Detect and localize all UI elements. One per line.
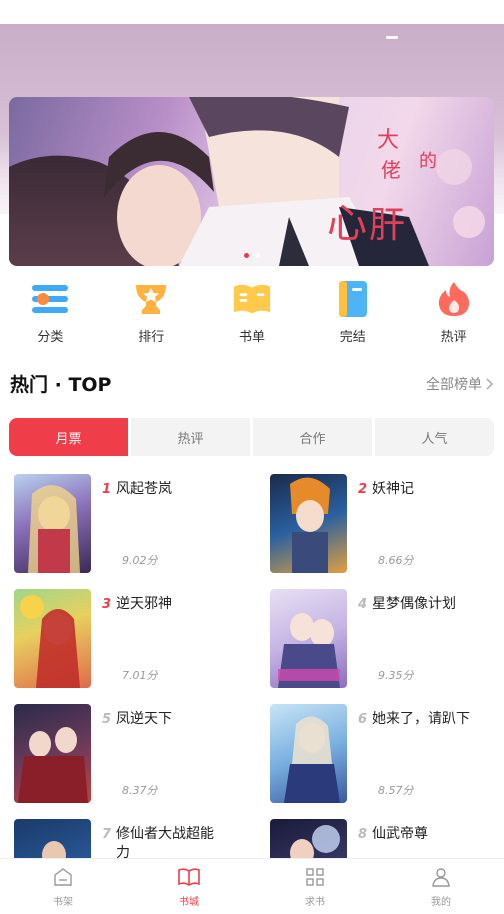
svg-text:的: 的: [419, 151, 437, 172]
nav-label-bookshelf: 书架: [53, 897, 73, 908]
bookstore-icon: [178, 868, 200, 886]
book-rank: 1: [102, 482, 112, 497]
svg-text:大: 大: [377, 128, 399, 153]
hot-section-title: 热门 · TOP: [10, 374, 112, 396]
nav-request-book[interactable]: 求书: [252, 859, 378, 914]
svg-text:肝: 肝: [369, 205, 405, 246]
book-item[interactable]: 3 逆天邪神 7.01分: [14, 589, 254, 689]
book-item[interactable]: 4 星梦偶像计划 9.35分: [270, 589, 504, 689]
banner-dots: [243, 253, 260, 258]
book-score: 9.02分: [122, 554, 158, 567]
book-cover: [14, 474, 91, 573]
book-title: 凤逆天下: [116, 711, 172, 727]
book-rank: 2: [358, 482, 368, 497]
book-title: 风起苍岚: [116, 481, 172, 497]
book-score: 9.35分: [378, 669, 414, 682]
book-cover: [270, 589, 347, 688]
indicator-dash: [386, 36, 398, 39]
bottom-nav: 书架 书城 求书 我的: [0, 858, 504, 914]
book-title: 妖神记: [372, 481, 414, 497]
category-icon: [30, 280, 70, 318]
tab-hot-comment[interactable]: 热评: [131, 418, 250, 456]
book-rank: 3: [102, 597, 112, 612]
chevron-right-icon: [486, 378, 494, 390]
svg-text:心: 心: [327, 201, 367, 247]
bookshelf-icon: [54, 868, 72, 886]
quick-item-booklist[interactable]: 书单: [202, 280, 303, 350]
book-item[interactable]: 2 妖神记 8.66分: [270, 474, 504, 574]
book-score: 7.01分: [122, 669, 158, 682]
status-bar: [0, 0, 504, 24]
all-rankings-label: 全部榜单: [426, 377, 482, 393]
booklist-icon: [232, 280, 272, 318]
tab-popularity[interactable]: 人气: [375, 418, 494, 456]
book-score: 8.57分: [378, 784, 414, 797]
trophy-icon: [131, 280, 171, 318]
quick-item-ranking[interactable]: 排行: [101, 280, 202, 350]
book-score: 8.66分: [378, 554, 414, 567]
book-title: 逆天邪神: [116, 596, 172, 612]
book-rank: 5: [102, 712, 112, 727]
book-cover: [14, 589, 91, 688]
request-book-icon: [306, 868, 324, 886]
banner-dot: [254, 253, 260, 258]
book-rank: 7: [102, 827, 112, 842]
nav-label-profile: 我的: [431, 897, 451, 908]
book-rank: 4: [358, 597, 368, 612]
banner-artwork: 大 佬 的 心 肝: [9, 97, 485, 266]
nav-label-request-book: 求书: [305, 897, 325, 908]
book-item[interactable]: 5 凤逆天下 8.37分: [14, 704, 254, 804]
book-title: 她来了，请趴下: [372, 711, 470, 727]
book-rank: 8: [358, 827, 368, 842]
quick-label-category: 分类: [37, 330, 64, 345]
book-cover: [14, 704, 91, 803]
nav-label-bookstore: 书城: [179, 897, 199, 908]
banner-carousel[interactable]: 大 佬 的 心 肝: [9, 97, 494, 266]
banner-dot-active: [243, 253, 249, 258]
quick-item-hot-comment[interactable]: 热评: [403, 280, 504, 350]
book-title: 仙武帝尊: [372, 826, 428, 842]
book-rank: 6: [358, 712, 368, 727]
book-title: 星梦偶像计划: [372, 596, 456, 612]
quick-label-finished: 完结: [339, 330, 366, 345]
nav-bookshelf[interactable]: 书架: [0, 859, 126, 914]
book-item[interactable]: 6 她来了，请趴下 8.57分: [270, 704, 504, 804]
quick-item-category[interactable]: 分类: [0, 280, 101, 350]
book-cover: [270, 474, 347, 573]
tab-cooperation[interactable]: 合作: [253, 418, 372, 456]
all-rankings-link[interactable]: 全部榜单: [426, 374, 494, 394]
quick-item-finished[interactable]: 完结: [302, 280, 403, 350]
book-score: 8.37分: [122, 784, 158, 797]
nav-bookstore[interactable]: 书城: [126, 859, 252, 914]
svg-text:佬: 佬: [381, 158, 401, 182]
quick-label-hot-comment: 热评: [440, 330, 467, 345]
quick-label-booklist: 书单: [238, 330, 265, 345]
nav-profile[interactable]: 我的: [378, 859, 504, 914]
hot-comment-icon: [434, 280, 474, 318]
profile-icon: [432, 868, 450, 887]
book-cover: [270, 704, 347, 803]
book-item[interactable]: 1 风起苍岚 9.02分: [14, 474, 254, 574]
ranking-tabs: 月票 热评 合作 人气: [9, 418, 494, 456]
finished-book-icon: [333, 280, 373, 318]
quick-label-ranking: 排行: [138, 330, 165, 345]
quick-nav: 分类 排行 书单 完结 热评: [0, 280, 504, 350]
tab-monthly-ticket[interactable]: 月票: [9, 418, 128, 456]
